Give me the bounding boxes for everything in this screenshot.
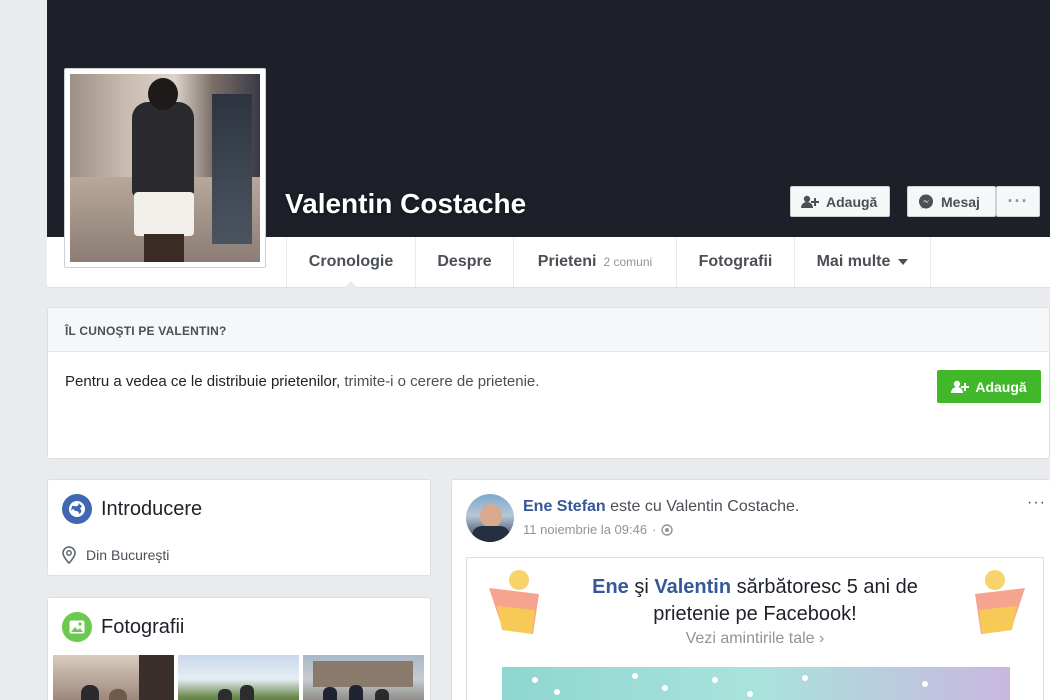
add-friend-green-label: Adaugă bbox=[975, 378, 1027, 395]
hometown-line: Din Bucureşti bbox=[62, 546, 169, 564]
photos-icon bbox=[62, 612, 92, 642]
friend-suggestion-box: ÎL CUNOŞTI PE VALENTIN? Pentru a vedea c… bbox=[47, 307, 1050, 459]
intro-title: Introducere bbox=[62, 494, 202, 524]
photo-thumbnail[interactable] bbox=[303, 655, 424, 700]
friend-suggestion-title: ÎL CUNOŞTI PE VALENTIN? bbox=[48, 308, 1049, 352]
tab-timeline-label: Cronologie bbox=[308, 253, 394, 270]
post-header: Ene Stefan este cu Valentin Costache. bbox=[523, 498, 799, 516]
tab-friends-label: Prieteni bbox=[537, 253, 597, 270]
chevron-right-icon: › bbox=[819, 630, 825, 647]
photo-thumbnail[interactable] bbox=[53, 655, 174, 700]
tab-photos[interactable]: Fotografii bbox=[676, 237, 794, 287]
post-timestamp[interactable]: 11 noiembrie la 09:46 bbox=[523, 522, 647, 537]
intro-card: Introducere Din Bucureşti bbox=[47, 479, 431, 576]
dot-separator: · bbox=[652, 522, 657, 537]
intro-title-text: Introducere bbox=[101, 497, 203, 520]
messenger-icon bbox=[918, 194, 934, 210]
post-author-link[interactable]: Ene Stefan bbox=[523, 498, 606, 515]
chevron-down-icon bbox=[898, 259, 909, 265]
location-pin-icon bbox=[62, 546, 76, 564]
message-button[interactable]: Mesaj bbox=[907, 186, 996, 217]
tab-more-label: Mai multe bbox=[816, 253, 891, 270]
timeline-post: Ene Stefan este cu Valentin Costache. 11… bbox=[451, 479, 1050, 700]
message-label: Mesaj bbox=[941, 193, 980, 210]
tab-friends[interactable]: Prieteni 2 comuni bbox=[513, 237, 676, 287]
tab-about-label: Despre bbox=[437, 253, 492, 270]
profile-picture[interactable] bbox=[64, 68, 266, 268]
add-friend-icon bbox=[951, 380, 970, 394]
add-friend-button[interactable]: Adaugă bbox=[790, 186, 890, 217]
memory-and: şi bbox=[634, 576, 649, 598]
tagged-person-link[interactable]: Valentin Costache. bbox=[666, 498, 799, 515]
friend-name-1: Ene bbox=[592, 576, 629, 598]
globe-icon bbox=[62, 494, 92, 524]
friend-suggestion-message: Pentru a vedea ce le distribuie prieteni… bbox=[65, 373, 341, 390]
view-memories-label: Vezi amintirile tale bbox=[685, 630, 815, 647]
profile-photo-image bbox=[70, 74, 260, 262]
memory-text-line2: prietenie pe Facebook! bbox=[653, 603, 857, 625]
photos-card: Fotografii bbox=[47, 597, 431, 700]
drink-cup-icon bbox=[975, 570, 1025, 634]
avatar[interactable] bbox=[466, 494, 514, 542]
audience-globe-icon[interactable] bbox=[661, 523, 674, 536]
tab-timeline[interactable]: Cronologie bbox=[286, 237, 415, 288]
friend-name-2: Valentin bbox=[654, 576, 732, 598]
add-friend-label: Adaugă bbox=[826, 193, 878, 210]
hometown-prefix: Din bbox=[86, 547, 108, 563]
more-options-button[interactable]: ··· bbox=[996, 186, 1040, 217]
photos-title: Fotografii bbox=[62, 612, 184, 642]
friend-suggestion-text: Pentru a vedea ce le distribuie prieteni… bbox=[65, 373, 539, 390]
memory-banner-image bbox=[502, 667, 1010, 700]
tab-photos-label: Fotografii bbox=[698, 253, 773, 270]
friendship-memory-card[interactable]: Ene şi Valentin sărbătoresc 5 ani de pri… bbox=[466, 557, 1044, 700]
post-options-icon[interactable]: ··· bbox=[1027, 494, 1046, 512]
active-tab-indicator bbox=[344, 281, 358, 288]
photo-thumbnail[interactable] bbox=[178, 655, 299, 700]
add-friend-icon bbox=[801, 195, 819, 209]
send-request-link[interactable]: trimite-i o cerere de prietenie. bbox=[344, 373, 539, 390]
post-connector: este cu bbox=[610, 498, 662, 515]
tab-more[interactable]: Mai multe bbox=[794, 237, 931, 287]
add-friend-green-button[interactable]: Adaugă bbox=[937, 370, 1041, 403]
photos-title-text: Fotografii bbox=[101, 615, 185, 638]
hometown-city-link[interactable]: Bucureşti bbox=[111, 547, 169, 563]
post-meta: 11 noiembrie la 09:46 · bbox=[523, 522, 674, 537]
mutual-friends-count: 2 comuni bbox=[603, 255, 653, 269]
profile-name[interactable]: Valentin Costache bbox=[285, 188, 526, 220]
memory-text-rest: sărbătoresc 5 ani de bbox=[736, 576, 918, 598]
tab-about[interactable]: Despre bbox=[415, 237, 513, 287]
